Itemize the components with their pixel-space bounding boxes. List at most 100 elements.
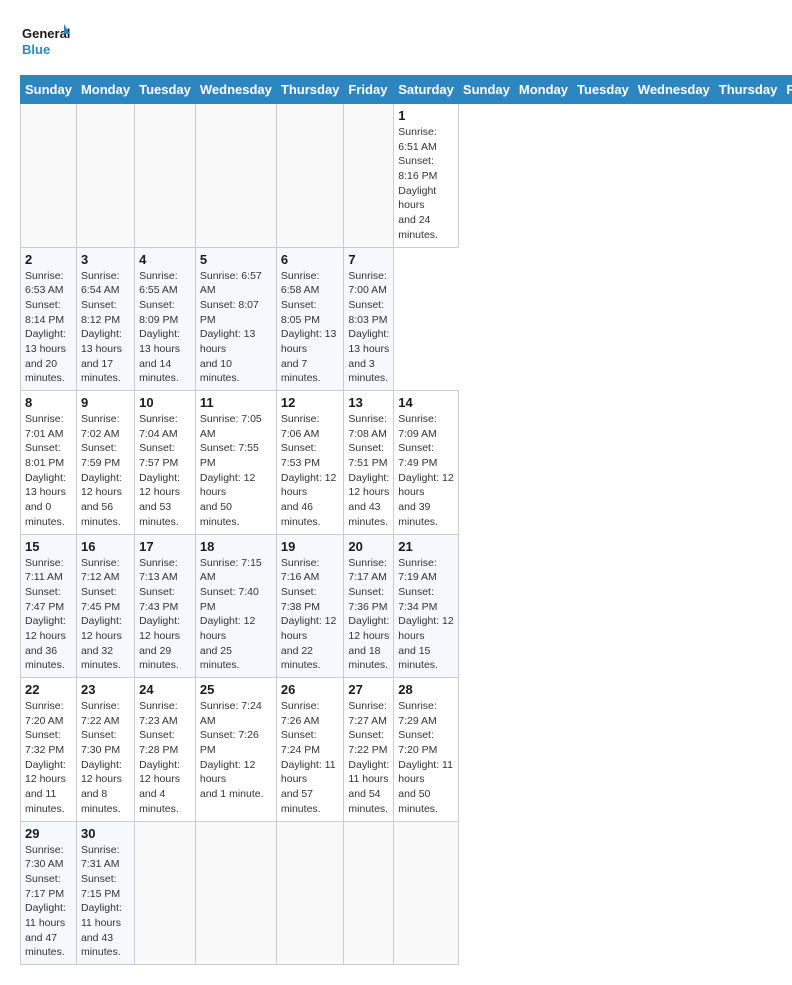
- day-info: Sunrise: 7:11 AM Sunset: 7:47 PM Dayligh…: [25, 556, 72, 674]
- day-info: Sunrise: 7:20 AM Sunset: 7:32 PM Dayligh…: [25, 699, 72, 817]
- cell-w6-d3: [135, 821, 196, 965]
- cell-w1-d7: 1 Sunrise: 6:51 AM Sunset: 8:16 PM Dayli…: [394, 104, 459, 248]
- day-info: Sunrise: 7:30 AM Sunset: 7:17 PM Dayligh…: [25, 843, 72, 961]
- week-row-4: 15 Sunrise: 7:11 AM Sunset: 7:47 PM Dayl…: [21, 534, 792, 678]
- cell-w2-d5: 6 Sunrise: 6:58 AM Sunset: 8:05 PM Dayli…: [276, 247, 344, 391]
- header-monday: Monday: [514, 76, 572, 104]
- day-info: Sunrise: 7:06 AM Sunset: 7:53 PM Dayligh…: [281, 412, 340, 530]
- cell-w4-d1: 15 Sunrise: 7:11 AM Sunset: 7:47 PM Dayl…: [21, 534, 77, 678]
- day-info: Sunrise: 7:27 AM Sunset: 7:22 PM Dayligh…: [348, 699, 389, 817]
- day-info: Sunrise: 7:13 AM Sunset: 7:43 PM Dayligh…: [139, 556, 191, 674]
- cell-w2-d4: 5 Sunrise: 6:57 AM Sunset: 8:07 PM Dayli…: [195, 247, 276, 391]
- day-number: 18: [200, 539, 272, 554]
- cell-w3-d2: 9 Sunrise: 7:02 AM Sunset: 7:59 PM Dayli…: [76, 391, 134, 535]
- calendar-table: SundayMondayTuesdayWednesdayThursdayFrid…: [20, 75, 792, 965]
- day-info: Sunrise: 7:19 AM Sunset: 7:34 PM Dayligh…: [398, 556, 454, 674]
- header-wednesday: Wednesday: [633, 76, 714, 104]
- day-number: 8: [25, 395, 72, 410]
- cell-w2-d6: 7 Sunrise: 7:00 AM Sunset: 8:03 PM Dayli…: [344, 247, 394, 391]
- cell-w6-d7: [394, 821, 459, 965]
- day-info: Sunrise: 7:02 AM Sunset: 7:59 PM Dayligh…: [81, 412, 130, 530]
- day-number: 9: [81, 395, 130, 410]
- cell-w5-d3: 24 Sunrise: 7:23 AM Sunset: 7:28 PM Dayl…: [135, 678, 196, 822]
- day-number: 23: [81, 682, 130, 697]
- day-info: Sunrise: 7:16 AM Sunset: 7:38 PM Dayligh…: [281, 556, 340, 674]
- day-number: 2: [25, 252, 72, 267]
- header-sunday: Sunday: [21, 76, 77, 104]
- day-info: Sunrise: 7:01 AM Sunset: 8:01 PM Dayligh…: [25, 412, 72, 530]
- cell-w1-d5: [276, 104, 344, 248]
- header-wednesday: Wednesday: [195, 76, 276, 104]
- day-info: Sunrise: 6:58 AM Sunset: 8:05 PM Dayligh…: [281, 269, 340, 387]
- cell-w1-d3: [135, 104, 196, 248]
- day-info: Sunrise: 6:57 AM Sunset: 8:07 PM Dayligh…: [200, 269, 272, 387]
- cell-w6-d1: 29 Sunrise: 7:30 AM Sunset: 7:17 PM Dayl…: [21, 821, 77, 965]
- cell-w6-d4: [195, 821, 276, 965]
- cell-w5-d2: 23 Sunrise: 7:22 AM Sunset: 7:30 PM Dayl…: [76, 678, 134, 822]
- cell-w1-d6: [344, 104, 394, 248]
- svg-text:Blue: Blue: [22, 42, 50, 57]
- cell-w4-d7: 21 Sunrise: 7:19 AM Sunset: 7:34 PM Dayl…: [394, 534, 459, 678]
- header-tuesday: Tuesday: [135, 76, 196, 104]
- header-thursday: Thursday: [276, 76, 344, 104]
- day-number: 16: [81, 539, 130, 554]
- svg-text:General: General: [22, 26, 70, 41]
- day-number: 19: [281, 539, 340, 554]
- cell-w5-d1: 22 Sunrise: 7:20 AM Sunset: 7:32 PM Dayl…: [21, 678, 77, 822]
- day-number: 7: [348, 252, 389, 267]
- day-number: 14: [398, 395, 454, 410]
- cell-w4-d3: 17 Sunrise: 7:13 AM Sunset: 7:43 PM Dayl…: [135, 534, 196, 678]
- day-number: 21: [398, 539, 454, 554]
- day-number: 15: [25, 539, 72, 554]
- day-info: Sunrise: 7:31 AM Sunset: 7:15 PM Dayligh…: [81, 843, 130, 961]
- cell-w4-d4: 18 Sunrise: 7:15 AM Sunset: 7:40 PM Dayl…: [195, 534, 276, 678]
- cell-w1-d1: [21, 104, 77, 248]
- cell-w6-d2: 30 Sunrise: 7:31 AM Sunset: 7:15 PM Dayl…: [76, 821, 134, 965]
- cell-w5-d5: 26 Sunrise: 7:26 AM Sunset: 7:24 PM Dayl…: [276, 678, 344, 822]
- day-number: 6: [281, 252, 340, 267]
- day-number: 4: [139, 252, 191, 267]
- day-number: 29: [25, 826, 72, 841]
- week-row-1: 1 Sunrise: 6:51 AM Sunset: 8:16 PM Dayli…: [21, 104, 792, 248]
- day-number: 1: [398, 108, 454, 123]
- day-number: 5: [200, 252, 272, 267]
- day-number: 12: [281, 395, 340, 410]
- day-info: Sunrise: 7:15 AM Sunset: 7:40 PM Dayligh…: [200, 556, 272, 674]
- header-saturday: Saturday: [394, 76, 459, 104]
- cell-w3-d1: 8 Sunrise: 7:01 AM Sunset: 8:01 PM Dayli…: [21, 391, 77, 535]
- day-info: Sunrise: 7:22 AM Sunset: 7:30 PM Dayligh…: [81, 699, 130, 817]
- cell-w2-d1: 2 Sunrise: 6:53 AM Sunset: 8:14 PM Dayli…: [21, 247, 77, 391]
- day-info: Sunrise: 7:26 AM Sunset: 7:24 PM Dayligh…: [281, 699, 340, 817]
- cell-w4-d5: 19 Sunrise: 7:16 AM Sunset: 7:38 PM Dayl…: [276, 534, 344, 678]
- day-info: Sunrise: 7:17 AM Sunset: 7:36 PM Dayligh…: [348, 556, 389, 674]
- page-header: General Blue: [20, 20, 772, 65]
- day-info: Sunrise: 7:08 AM Sunset: 7:51 PM Dayligh…: [348, 412, 389, 530]
- day-number: 26: [281, 682, 340, 697]
- logo-svg: General Blue: [20, 20, 70, 65]
- day-number: 11: [200, 395, 272, 410]
- day-number: 10: [139, 395, 191, 410]
- day-number: 22: [25, 682, 72, 697]
- week-row-3: 8 Sunrise: 7:01 AM Sunset: 8:01 PM Dayli…: [21, 391, 792, 535]
- day-number: 28: [398, 682, 454, 697]
- day-info: Sunrise: 6:51 AM Sunset: 8:16 PM Dayligh…: [398, 125, 454, 243]
- day-number: 27: [348, 682, 389, 697]
- day-number: 3: [81, 252, 130, 267]
- header-friday: Friday: [344, 76, 394, 104]
- cell-w1-d4: [195, 104, 276, 248]
- cell-w2-d3: 4 Sunrise: 6:55 AM Sunset: 8:09 PM Dayli…: [135, 247, 196, 391]
- day-info: Sunrise: 7:09 AM Sunset: 7:49 PM Dayligh…: [398, 412, 454, 530]
- day-number: 13: [348, 395, 389, 410]
- logo: General Blue: [20, 20, 70, 65]
- day-number: 20: [348, 539, 389, 554]
- day-info: Sunrise: 6:54 AM Sunset: 8:12 PM Dayligh…: [81, 269, 130, 387]
- header-sunday: Sunday: [458, 76, 514, 104]
- day-number: 17: [139, 539, 191, 554]
- header-tuesday: Tuesday: [573, 76, 634, 104]
- cell-w3-d5: 12 Sunrise: 7:06 AM Sunset: 7:53 PM Dayl…: [276, 391, 344, 535]
- cell-w5-d7: 28 Sunrise: 7:29 AM Sunset: 7:20 PM Dayl…: [394, 678, 459, 822]
- day-info: Sunrise: 7:05 AM Sunset: 7:55 PM Dayligh…: [200, 412, 272, 530]
- day-info: Sunrise: 6:55 AM Sunset: 8:09 PM Dayligh…: [139, 269, 191, 387]
- cell-w3-d7: 14 Sunrise: 7:09 AM Sunset: 7:49 PM Dayl…: [394, 391, 459, 535]
- cell-w3-d3: 10 Sunrise: 7:04 AM Sunset: 7:57 PM Dayl…: [135, 391, 196, 535]
